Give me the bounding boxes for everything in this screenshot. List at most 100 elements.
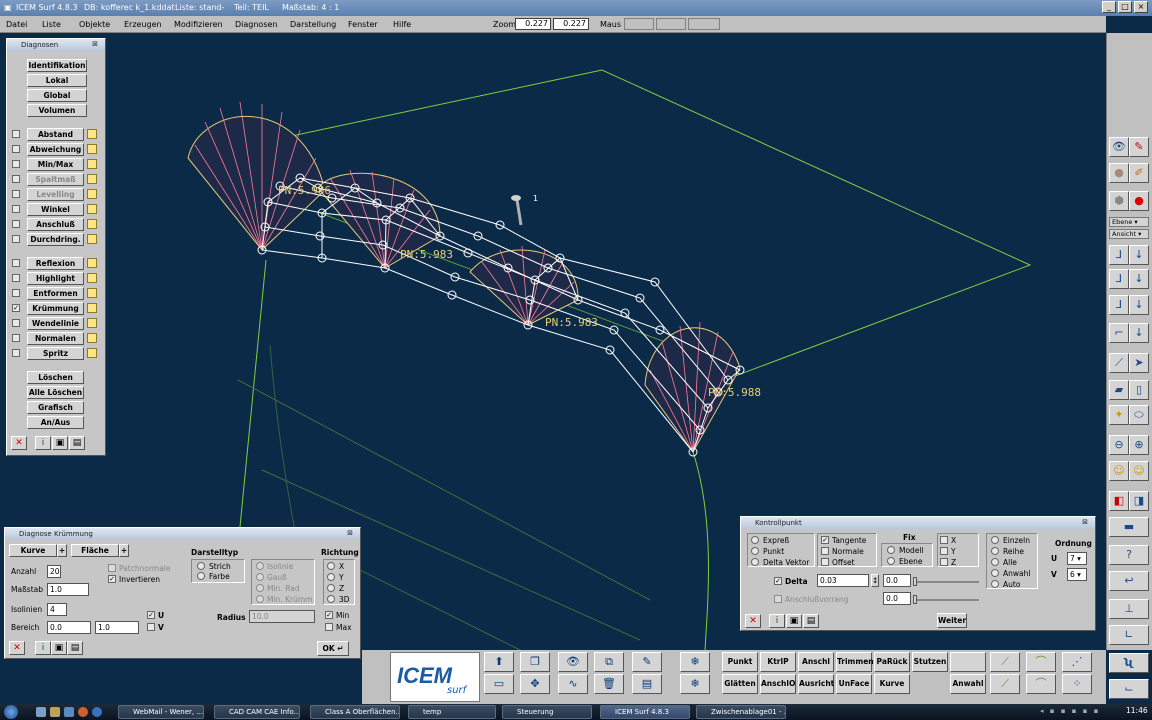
abstand-swatch[interactable]	[87, 129, 97, 139]
diagnosen-close-icon[interactable]: ⊠	[89, 40, 101, 49]
zoom-field-2[interactable]: 0.227	[553, 18, 589, 30]
wendelinie-swatch[interactable]	[87, 318, 97, 328]
kontrollpunkt-close-icon[interactable]: ⊠	[1079, 518, 1091, 527]
reflexion-swatch[interactable]	[87, 258, 97, 268]
delta-checkbox[interactable]: ✓	[774, 577, 782, 585]
task-cad-info[interactable]: CAD CAM CAE Info...	[214, 705, 300, 719]
kurve-add-button[interactable]: +	[57, 544, 67, 557]
zoom-in-icon[interactable]: ⊕	[1129, 435, 1149, 455]
menu-diagnosen[interactable]: Diagnosen	[235, 16, 278, 33]
anaus-button[interactable]: An/Aus	[27, 416, 84, 429]
trash-icon[interactable]: 🗑	[594, 674, 624, 694]
ktrlp-button[interactable]: KtrlP	[760, 652, 796, 672]
normalen-checkbox[interactable]	[12, 334, 20, 342]
angle-icon[interactable]: ∟	[1109, 625, 1149, 645]
glaetten-button[interactable]: Glätten	[722, 674, 758, 694]
axis-x-checkbox[interactable]	[940, 536, 948, 544]
kruemmung-info-icon[interactable]: i	[35, 641, 51, 655]
curve-icon[interactable]: ∿	[558, 674, 588, 694]
kruemmung-swatch[interactable]	[87, 303, 97, 313]
zoom-out-icon[interactable]: ⊖	[1109, 435, 1129, 455]
dotted-grid-icon[interactable]: ⁘	[1062, 674, 1092, 694]
view-eye-icon[interactable]: 👁	[558, 652, 588, 672]
winkel-checkbox[interactable]	[12, 205, 20, 213]
axis-z2-icon[interactable]: ↓	[1129, 245, 1149, 265]
delta-value[interactable]: 0.0	[883, 574, 911, 587]
red-sphere-icon[interactable]: ●	[1129, 191, 1149, 211]
delta-spinner[interactable]: ↕	[871, 574, 879, 587]
max-checkbox[interactable]	[325, 623, 333, 631]
kruemmung-layout-icon[interactable]: ▤	[67, 641, 83, 655]
delta-slider-thumb[interactable]	[913, 577, 917, 586]
ordnung-v-select[interactable]: 6 ▾	[1067, 568, 1087, 581]
task-icem-surf[interactable]: ICEM Surf 4.8.3	[600, 705, 690, 719]
kontroll-info-icon[interactable]: i	[769, 614, 785, 628]
dotted-curve-icon[interactable]: ⋰	[1062, 652, 1092, 672]
abweichung-swatch[interactable]	[87, 144, 97, 154]
axis-z-checkbox[interactable]	[940, 558, 948, 566]
hex-icon[interactable]: ⬢	[1109, 191, 1129, 211]
kruemmung-checkbox[interactable]: ✓	[12, 304, 20, 312]
delta-slider[interactable]	[913, 581, 979, 583]
auto-radio[interactable]	[991, 580, 999, 588]
punkt-button[interactable]: Punkt	[722, 652, 758, 672]
smiley-2-icon[interactable]: ☺	[1129, 461, 1149, 481]
menu-liste[interactable]: Liste	[42, 16, 61, 33]
flaeche-add-button[interactable]: +	[119, 544, 129, 557]
isolinien-input[interactable]: 4	[47, 603, 67, 616]
zoom-field-1[interactable]: 0.227	[515, 18, 551, 30]
import-icon[interactable]: ⬆	[484, 652, 514, 672]
anschluss-swatch[interactable]	[87, 219, 97, 229]
cancel-icon[interactable]: ✕	[11, 436, 27, 450]
task-class-a[interactable]: Class A Oberflächen...	[310, 705, 400, 719]
bereich-to-input[interactable]: 1.0	[95, 621, 139, 634]
task-temp[interactable]: temp	[408, 705, 496, 719]
start-button[interactable]	[4, 705, 18, 719]
shaded-sphere-icon[interactable]: ●	[1109, 163, 1129, 183]
richtung-x-radio[interactable]	[327, 562, 335, 570]
capsule-icon[interactable]: ⬭	[1129, 405, 1149, 425]
express-radio[interactable]	[751, 536, 759, 544]
reflexion-checkbox[interactable]	[12, 259, 20, 267]
edit-icon[interactable]: ✎	[632, 652, 662, 672]
trimmen-button[interactable]: Trimmen	[836, 652, 874, 672]
alle-loeschen-button[interactable]: Alle Löschen	[27, 386, 84, 399]
view-front-icon[interactable]: ⌐	[1109, 323, 1129, 343]
paint-brush-icon[interactable]: ✎	[1129, 137, 1149, 157]
minmax-checkbox[interactable]	[12, 160, 20, 168]
highlight-swatch[interactable]	[87, 273, 97, 283]
durchdring-button[interactable]: Durchdring.	[27, 233, 84, 246]
menu-erzeugen[interactable]: Erzeugen	[124, 16, 162, 33]
snowflake-icon[interactable]: ❄	[680, 652, 710, 672]
spritz-button[interactable]: Spritz	[27, 347, 84, 360]
durchdring-swatch[interactable]	[87, 234, 97, 244]
spritz-checkbox[interactable]	[12, 349, 20, 357]
empty-button[interactable]	[950, 652, 986, 672]
richtung-y-radio[interactable]	[327, 573, 335, 581]
minimize-button[interactable]: _	[1102, 1, 1116, 13]
axis-x2-icon[interactable]: ↓	[1129, 295, 1149, 315]
punkt-radio[interactable]	[751, 547, 759, 555]
invertieren-checkbox[interactable]: ✓	[108, 575, 116, 583]
reflexion-button[interactable]: Reflexion	[27, 257, 84, 270]
minmax-swatch[interactable]	[87, 159, 97, 169]
bereich-from-input[interactable]: 0.0	[47, 621, 91, 634]
wendelinie-checkbox[interactable]	[12, 319, 20, 327]
palette-2-icon[interactable]: ◨	[1129, 491, 1149, 511]
normalen-swatch[interactable]	[87, 333, 97, 343]
help-icon[interactable]: ?	[1109, 545, 1149, 565]
spritz-swatch[interactable]	[87, 348, 97, 358]
text-icon[interactable]: ▤	[632, 674, 662, 694]
tray-icons[interactable]: ◂ ▪ ▪ ▪ ▪ ▪	[1040, 707, 1120, 717]
modell-radio[interactable]	[887, 546, 895, 554]
flaeche-tab[interactable]: Fläche	[71, 544, 119, 557]
ansicht-select[interactable]: Ansicht ▾	[1109, 229, 1149, 239]
minmax-button[interactable]: Min/Max	[27, 158, 84, 171]
curve-tool-icon[interactable]: ↩	[1109, 571, 1149, 591]
copy-icon[interactable]: ❐	[520, 652, 550, 672]
axis-y-checkbox[interactable]	[940, 547, 948, 555]
volumen-button[interactable]: Volumen	[27, 104, 87, 117]
menu-objekte[interactable]: Objekte	[79, 16, 110, 33]
close-button[interactable]: ×	[1134, 1, 1148, 13]
kruemmung-cancel-icon[interactable]: ✕	[9, 641, 25, 655]
